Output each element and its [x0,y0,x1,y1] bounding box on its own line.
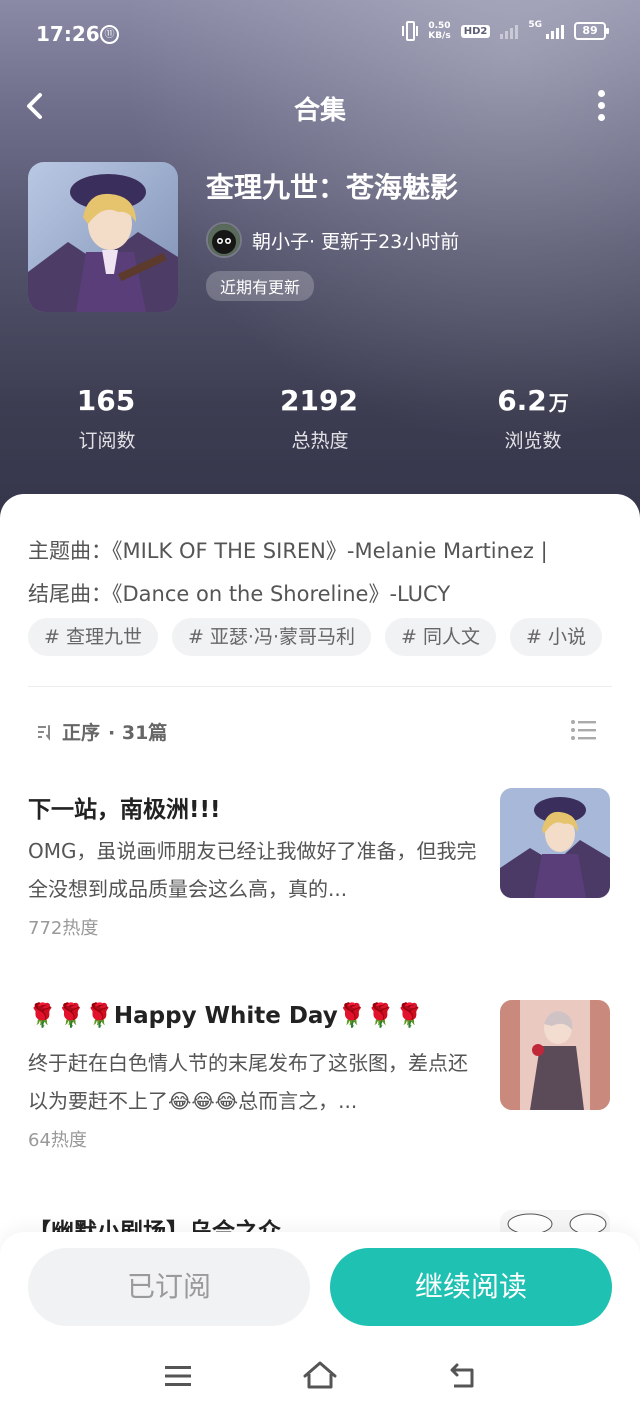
stat-subscribers-value: 165 [76,384,136,417]
signal-strong-icon [546,23,564,39]
list-view-icon[interactable] [570,718,598,742]
author-update-text[interactable]: 朝小子· 更新于23小时前 [252,227,459,254]
chapter-count: · 31篇 [108,722,168,744]
chapter-heat: 772热度 [28,918,99,939]
stat-subscribers-label: 订阅数 [78,430,136,452]
chapter-title: 🌹🌹🌹Happy White Day🌹🌹🌹 [28,1003,424,1029]
tag-item[interactable]: # 小说 [509,618,602,656]
subscribed-button[interactable]: 已订阅 [28,1248,310,1326]
collection-title: 查理九世：苍海魅影 [206,171,459,204]
chapter-summary: OMG，虽说画师朋友已经让我做好了准备，但我完全没想到成品质量会这么高，真的..… [28,839,477,901]
status-time: 17:26 [36,22,100,46]
chapter-thumbnail [500,1000,610,1110]
stat-subscribers: 165 订阅数 [17,384,197,453]
author-avatar[interactable] [206,222,242,258]
description-line-1: 主题曲：《MILK OF THE SIREN》-Melanie Martinez… [28,539,548,563]
continue-reading-button[interactable]: 继续阅读 [330,1248,612,1326]
stats-row: 165 订阅数 2192 总热度 6.2 万 浏览数 [0,384,640,464]
notification-icon: ⑪ [100,25,119,44]
tag-item[interactable]: # 亚瑟·冯·蒙哥马利 [171,618,372,656]
home-icon[interactable] [302,1360,338,1390]
battery-icon: 89 [574,22,609,40]
stat-heat-value: 2192 [280,384,358,417]
chapter-summary: 终于赶在白色情人节的末尾发布了这张图，差点还以为要赶不上了😂😂😂总而言之，... [28,1051,468,1113]
update-badge: 近期有更新 [206,271,315,301]
stat-views-value: 6.2 [497,384,547,417]
status-bar: 17:26 ⑪ 0.50 KB/s HD2 5G 89 [0,0,640,70]
tag-item[interactable]: # 同人文 [385,618,496,656]
stat-heat: 2192 总热度 [230,384,410,453]
status-indicators: 0.50 KB/s HD2 5G 89 [402,20,609,42]
collection-description: 主题曲：《MILK OF THE SIREN》-Melanie Martinez… [28,530,618,616]
network-type: 5G [528,20,542,30]
collection-cover [28,162,178,312]
page-title: 合集 [293,96,346,126]
stat-views-unit: 万 [548,391,569,415]
stat-heat-label: 总热度 [291,430,349,452]
chapter-item[interactable]: 🌹🌹🌹Happy White Day🌹🌹🌹 终于赶在白色情人节的末尾发布了这张图… [0,1000,640,1192]
bottom-action-bar: 已订阅 继续阅读 [0,1232,640,1415]
stat-views-label: 浏览数 [504,430,562,452]
tag-list: # 查理九世 # 亚瑟·冯·蒙哥马利 # 同人文 # 小说 [28,618,640,658]
stat-views: 6.2 万 浏览数 [443,384,623,453]
signal-weak-icon [500,23,519,39]
hd-icon: HD2 [460,24,491,38]
chapter-thumbnail [500,788,610,898]
network-speed-unit: KB/s [428,31,451,41]
sort-icon [38,724,50,741]
chapter-heat: 64热度 [28,1130,87,1151]
sort-label: 正序 [62,722,101,744]
system-nav-bar [0,1352,640,1402]
tag-item[interactable]: # 查理九世 [28,618,158,656]
author-row[interactable]: 朝小子· 更新于23小时前 [206,222,459,258]
back-icon[interactable] [448,1362,478,1390]
description-line-2: 结尾曲：《Dance on the Shoreline》-LUCY [28,582,451,606]
menu-icon[interactable] [164,1364,192,1388]
vibrate-icon [402,20,419,42]
more-vertical-icon[interactable] [596,90,606,122]
network-speed-value: 0.50 [428,21,451,31]
sort-toggle[interactable]: 正序 · 31篇 [36,718,167,745]
chapter-item[interactable]: 下一站，南极洲!!! OMG，虽说画师朋友已经让我做好了准备，但我完全没想到成品… [0,788,640,980]
divider [28,686,612,687]
network-speed: 0.50 KB/s [428,21,450,41]
chapter-title: 下一站，南极洲!!! [28,797,221,823]
